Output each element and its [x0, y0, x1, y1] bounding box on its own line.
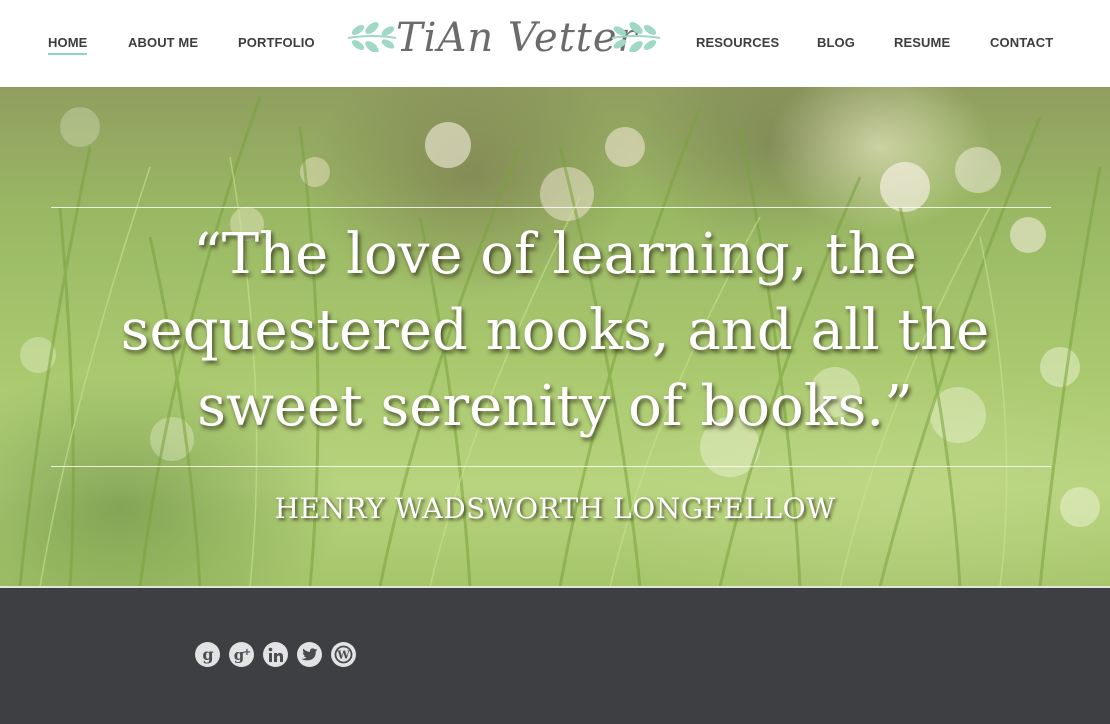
- nav-portfolio[interactable]: PORTFOLIO: [238, 35, 315, 51]
- google-icon[interactable]: g: [195, 642, 220, 667]
- twitter-icon[interactable]: [297, 642, 322, 667]
- google-plus-icon[interactable]: g +: [229, 642, 254, 667]
- svg-text:W: W: [336, 649, 350, 662]
- site-footer: g g + W: [0, 588, 1110, 724]
- leaf-branch-left-icon: [347, 22, 397, 52]
- leaf-branch-right-icon: [611, 22, 661, 52]
- linkedin-icon[interactable]: [263, 642, 288, 667]
- nav-about-me[interactable]: ABOUT ME: [128, 35, 198, 51]
- site-logo[interactable]: TiAn Vetter: [346, 8, 662, 70]
- quote-author: HENRY WADSWORTH LONGFELLOW: [274, 492, 836, 525]
- nav-home[interactable]: HOME: [48, 35, 88, 55]
- svg-text:+: +: [242, 647, 250, 658]
- logo-text: TiAn Vetter: [396, 15, 638, 61]
- site-header: HOME ABOUT ME PORTFOLIO TiAn Vetter RESO…: [0, 0, 1110, 87]
- hero-quote: “The love of learning, the sequestered n…: [120, 222, 990, 439]
- nav-resources[interactable]: RESOURCES: [696, 35, 779, 51]
- quote-bottom-rule: [51, 466, 1051, 467]
- nav-contact[interactable]: CONTACT: [990, 35, 1053, 51]
- wordpress-icon[interactable]: W: [331, 642, 356, 667]
- svg-text:g: g: [202, 646, 213, 664]
- quote-top-rule: [51, 207, 1051, 208]
- nav-blog[interactable]: BLOG: [817, 35, 855, 51]
- nav-resume[interactable]: RESUME: [894, 35, 950, 51]
- hero-banner: “The love of learning, the sequestered n…: [0, 87, 1110, 587]
